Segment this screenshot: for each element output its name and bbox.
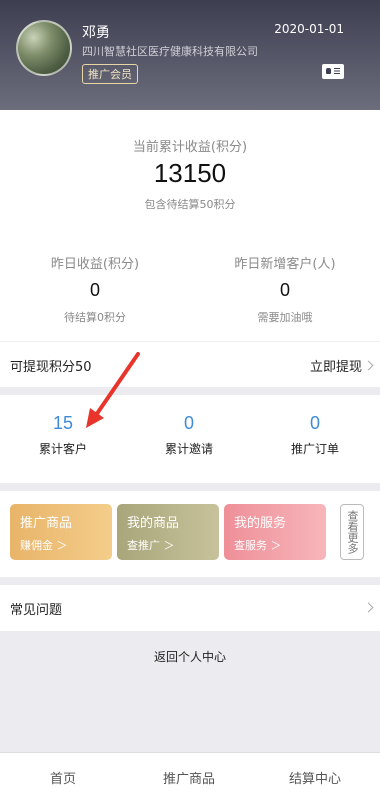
view-more-button[interactable]: 查看更多 [340, 504, 364, 560]
tile-my-products[interactable]: 我的商品 查推广 ＞ [117, 504, 219, 560]
stat-promo-orders[interactable]: 0 推广订单 [252, 413, 378, 457]
new-customers: 昨日新增客户(人) 0 需要加油哦 [190, 253, 380, 325]
member-badge: 推广会员 [82, 64, 138, 84]
company-name: 四川智慧社区医疗健康科技有限公司 [82, 45, 258, 58]
yesterday-income: 昨日收益(积分) 0 待结算0积分 [0, 253, 190, 325]
stat-label: 累计客户 [38, 442, 87, 456]
faq-row[interactable]: 常见问题 [0, 585, 380, 631]
yesterday-pending: 待结算0积分 [64, 311, 126, 324]
income-summary: 当前累计收益(积分) 13150 包含待结算50积分 昨日收益(积分) 0 待结… [0, 110, 380, 342]
new-customers-note: 需要加油哦 [257, 311, 313, 324]
chevron-right-icon [363, 360, 374, 371]
stats-panel: 15 累计客户 0 累计邀请 0 推广订单 [0, 395, 380, 483]
tab-promo-products[interactable]: 推广商品 [126, 768, 252, 787]
stat-value: 0 [183, 413, 194, 433]
tile-sub: 查推广 ＞ [127, 539, 175, 552]
current-income-value: 13150 [153, 158, 227, 188]
current-income-label: 当前累计收益(积分) [132, 140, 248, 155]
yesterday-income-value: 0 [89, 280, 100, 300]
faq-label: 常见问题 [10, 603, 63, 618]
stat-value: 0 [309, 413, 320, 433]
stat-label: 推广订单 [290, 442, 339, 456]
tile-promo-products[interactable]: 推广商品 赚佣金 ＞ [10, 504, 112, 560]
back-to-profile-link[interactable]: 返回个人中心 [0, 648, 380, 665]
yesterday-income-label: 昨日收益(积分) [50, 257, 140, 272]
annotation-arrow [86, 352, 140, 428]
profile-header: 邓勇 四川智慧社区医疗健康科技有限公司 推广会员 2020-01-01 [0, 0, 380, 110]
tile-sub: 查服务 ＞ [234, 539, 282, 552]
id-card-icon[interactable] [322, 64, 344, 79]
tile-title: 推广商品 [20, 516, 73, 531]
stat-total-invites[interactable]: 0 累计邀请 [126, 413, 252, 457]
stat-label: 累计邀请 [164, 442, 213, 456]
shortcut-tiles: 推广商品 赚佣金 ＞ 我的商品 查推广 ＞ 我的服务 查服务 ＞ 查看更多 [0, 491, 380, 577]
header-date: 2020-01-01 [274, 22, 344, 36]
chevron-right-icon [363, 602, 374, 613]
tile-sub: 赚佣金 ＞ [20, 539, 68, 552]
user-name: 邓勇 [82, 25, 110, 41]
new-customers-value: 0 [279, 280, 290, 300]
bottom-tabbar: 首页 推广商品 结算中心 [0, 752, 380, 800]
tab-home[interactable]: 首页 [0, 768, 126, 787]
tile-my-services[interactable]: 我的服务 查服务 ＞ [224, 504, 326, 560]
tab-settlement[interactable]: 结算中心 [252, 768, 378, 787]
new-customers-label: 昨日新增客户(人) [234, 257, 336, 272]
withdraw-button[interactable]: 立即提现 [310, 356, 362, 375]
available-points: 可提现积分50 [10, 360, 92, 375]
tile-title: 我的商品 [127, 516, 180, 531]
pending-note: 包含待结算50积分 [144, 198, 236, 211]
tile-title: 我的服务 [234, 516, 287, 531]
avatar[interactable] [16, 20, 72, 76]
withdraw-row[interactable]: 可提现积分50 立即提现 [0, 342, 380, 395]
